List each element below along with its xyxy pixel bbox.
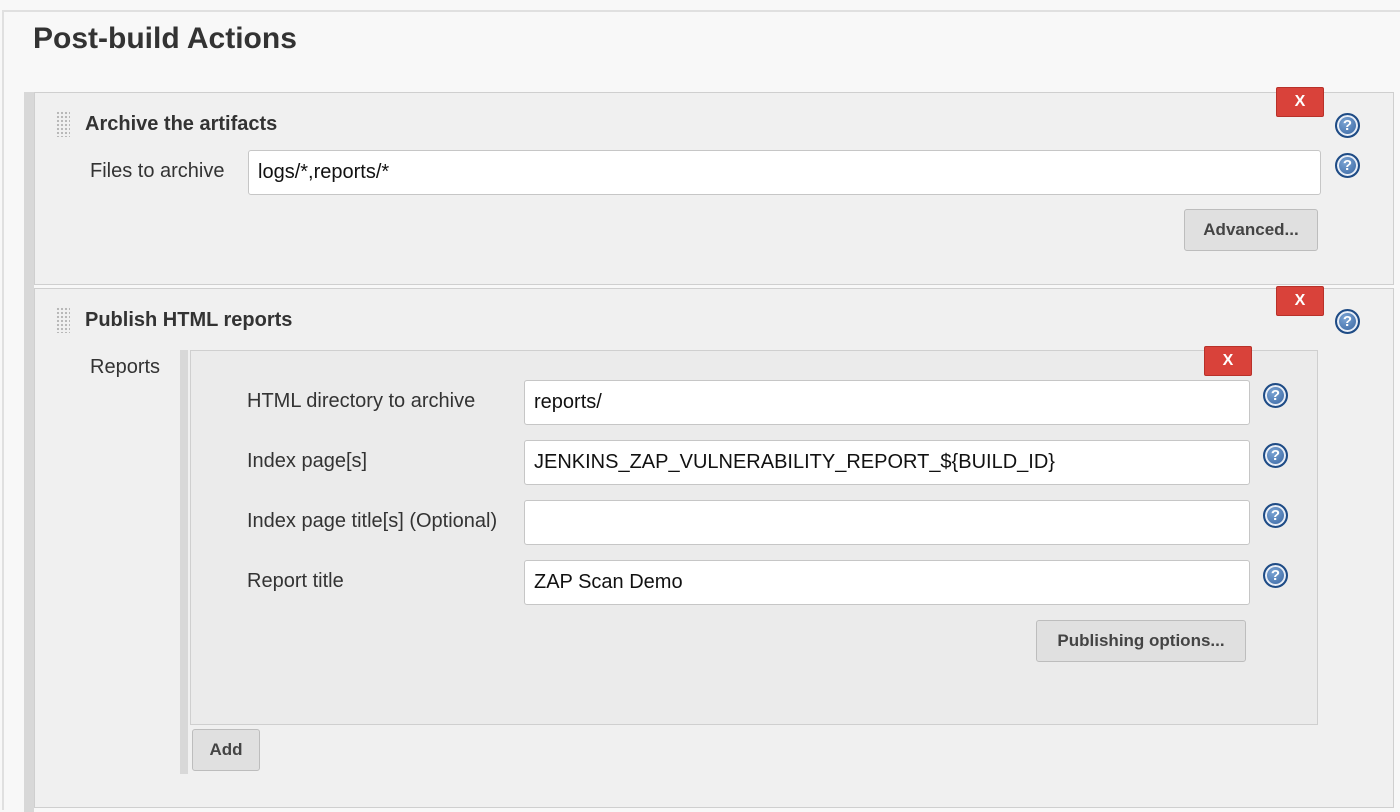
report-title-help-icon[interactable]: ? <box>1263 563 1288 588</box>
index-page-titles-label: Index page title[s] (Optional) <box>247 510 498 532</box>
publish-drag-handle-icon[interactable] <box>56 307 70 333</box>
index-pages-label: Index page[s] <box>247 450 368 472</box>
html-directory-input[interactable] <box>524 380 1250 425</box>
section-indent-bar <box>24 92 34 812</box>
publish-help-icon[interactable]: ? <box>1335 309 1360 334</box>
html-directory-help-icon[interactable]: ? <box>1263 383 1288 408</box>
html-directory-label: HTML directory to archive <box>247 390 476 412</box>
archive-help-icon[interactable]: ? <box>1335 113 1360 138</box>
reports-label: Reports <box>90 356 161 378</box>
archive-delete-button[interactable]: X <box>1276 87 1324 117</box>
index-page-titles-input[interactable] <box>524 500 1250 545</box>
archive-artifacts-header: Archive the artifacts <box>85 113 278 135</box>
report-title-input[interactable] <box>524 560 1250 605</box>
index-pages-help-icon[interactable]: ? <box>1263 443 1288 468</box>
index-pages-input[interactable] <box>524 440 1250 485</box>
index-page-titles-help-icon[interactable]: ? <box>1263 503 1288 528</box>
archive-drag-handle-icon[interactable] <box>56 111 70 137</box>
page-title: Post-build Actions <box>33 22 297 55</box>
publishing-options-button[interactable]: Publishing options... <box>1036 620 1246 662</box>
publish-html-header: Publish HTML reports <box>85 309 293 331</box>
files-help-icon[interactable]: ? <box>1335 153 1360 178</box>
reports-indent-bar <box>180 350 188 774</box>
report-title-label: Report title <box>247 570 344 592</box>
publish-delete-button[interactable]: X <box>1276 286 1324 316</box>
files-to-archive-label: Files to archive <box>90 160 225 182</box>
files-to-archive-input[interactable] <box>248 150 1321 195</box>
advanced-button[interactable]: Advanced... <box>1184 209 1318 251</box>
add-report-button[interactable]: Add <box>192 729 260 771</box>
report-entry-delete-button[interactable]: X <box>1204 346 1252 376</box>
